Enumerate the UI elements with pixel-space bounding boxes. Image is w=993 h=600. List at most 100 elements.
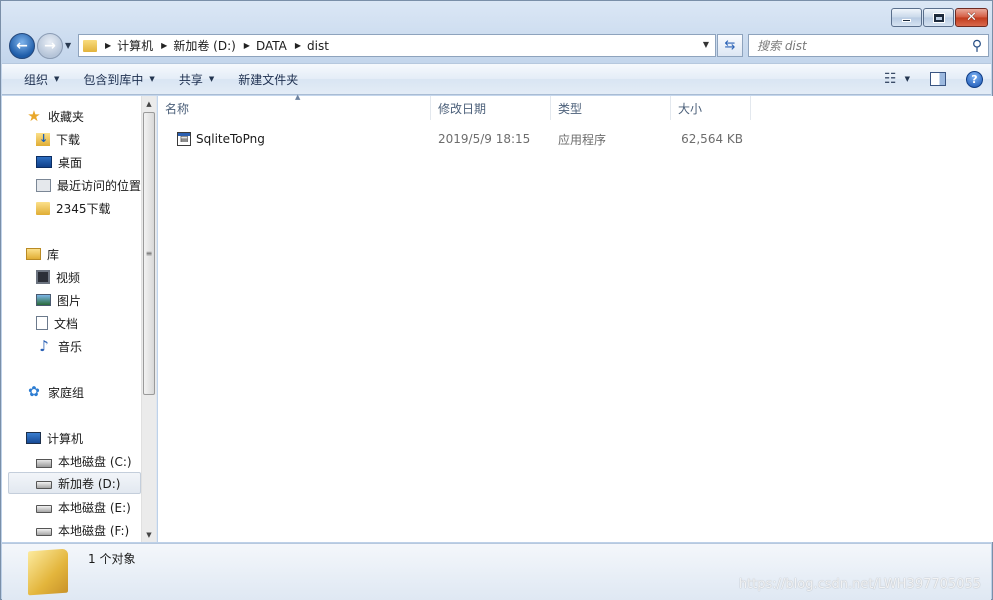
homegroup-icon: ✿ — [28, 384, 40, 400]
watermark: https://blog.csdn.net/LWH397705055 — [738, 577, 981, 592]
sidebar-item-label: 新加卷 (D:) — [58, 476, 121, 491]
minimize-icon — [902, 19, 911, 22]
column-header-modified[interactable]: 修改日期 — [431, 96, 551, 120]
chevron-right-icon[interactable]: ▶ — [295, 41, 301, 50]
file-row[interactable]: ▤ SqliteToPng 2019/5/9 18:15 应用程序 62,564 … — [158, 128, 751, 150]
sidebar-item-videos[interactable]: 视频 — [2, 266, 141, 288]
include-in-library-button[interactable]: 包含到库中 ▼ — [71, 64, 166, 94]
help-icon[interactable]: ? — [966, 70, 983, 88]
close-button[interactable]: ✕ — [955, 8, 988, 27]
recent-pages-dropdown[interactable]: ▼ — [65, 41, 71, 50]
sidebar-item-favorites[interactable]: ★ 收藏夹 — [2, 105, 141, 127]
drive-icon — [36, 481, 52, 489]
column-header-label: 名称 — [165, 101, 190, 116]
caret-down-icon: ▼ — [149, 75, 155, 83]
sidebar-item-label: 库 — [47, 247, 60, 262]
search-input[interactable] — [749, 38, 966, 53]
file-name: SqliteToPng — [196, 131, 265, 146]
file-type-cell: 应用程序 — [558, 132, 607, 147]
view-options-icon[interactable]: ☷ — [884, 71, 896, 87]
sidebar-item-label: 最近访问的位置 — [57, 178, 142, 193]
back-button[interactable]: ← — [9, 33, 35, 59]
sidebar-item-label: 桌面 — [58, 155, 83, 170]
sidebar-item-drive-c[interactable]: 本地磁盘 (C:) — [2, 450, 141, 472]
breadcrumb-data[interactable]: DATA — [256, 39, 287, 53]
sidebar-item-music[interactable]: ♪ 音乐 — [2, 335, 141, 357]
minimize-button[interactable] — [891, 8, 922, 27]
sidebar-item-label: 2345下载 — [56, 201, 111, 216]
column-header-label: 类型 — [558, 101, 583, 116]
sidebar-item-drive-d[interactable]: 新加卷 (D:) — [8, 472, 141, 494]
sidebar-item-label: 音乐 — [58, 339, 83, 354]
sidebar-item-computer[interactable]: 计算机 — [2, 427, 141, 449]
navigation-pane: ★ 收藏夹 下载 桌面 最近访问的位置 2345下载 库 视频 — [2, 96, 157, 542]
document-icon — [36, 316, 48, 330]
scroll-up-icon[interactable]: ▲ — [142, 96, 156, 111]
sidebar-item-label: 本地磁盘 (C:) — [58, 454, 132, 469]
organize-button[interactable]: 组织 ▼ — [2, 64, 71, 94]
sidebar-item-desktop[interactable]: 桌面 — [2, 151, 141, 173]
picture-icon — [36, 294, 51, 306]
navigation-scrollbar[interactable]: ▲ ≡ ▼ — [141, 96, 156, 542]
application-icon: ▤ — [177, 132, 191, 147]
address-bar[interactable]: ▶ 计算机 ▶ 新加卷 (D:) ▶ DATA ▶ dist ▼ — [78, 34, 716, 57]
chevron-right-icon[interactable]: ▶ — [105, 41, 111, 50]
sidebar-item-label: 本地磁盘 (F:) — [58, 523, 130, 538]
column-header-size[interactable]: 大小 — [671, 96, 751, 120]
scroll-thumb[interactable]: ≡ — [143, 112, 155, 395]
include-in-library-label: 包含到库中 — [83, 72, 144, 87]
view-dropdown-icon[interactable]: ▼ — [905, 75, 910, 83]
share-button[interactable]: 共享 ▼ — [167, 64, 226, 94]
drive-icon — [36, 505, 52, 513]
sidebar-item-drive-f[interactable]: 本地磁盘 (F:) — [2, 519, 141, 541]
file-name-cell: ▤ SqliteToPng — [158, 132, 431, 147]
refresh-icon: ⇆ — [724, 38, 736, 53]
breadcrumb-drive-d[interactable]: 新加卷 (D:) — [173, 37, 235, 54]
column-header-name[interactable]: 名称 ▲ — [158, 93, 431, 120]
sidebar-item-label: 视频 — [56, 270, 81, 285]
details-pane: 1 个对象 https://blog.csdn.net/LWH397705055 — [2, 543, 991, 600]
sidebar-item-label: 下载 — [56, 132, 81, 147]
refresh-button[interactable]: ⇆ — [717, 34, 743, 57]
arrow-left-icon: ← — [16, 38, 28, 54]
caret-down-icon: ▼ — [54, 75, 60, 83]
sidebar-item-label: 计算机 — [47, 431, 84, 446]
toolbar-right: ☷ ▼ ? — [884, 64, 983, 94]
sidebar-item-recent-places[interactable]: 最近访问的位置 — [2, 174, 141, 196]
maximize-button[interactable] — [923, 8, 954, 27]
breadcrumb-computer[interactable]: 计算机 — [117, 37, 153, 54]
scroll-down-icon[interactable]: ▼ — [142, 527, 156, 542]
computer-icon — [26, 432, 41, 444]
explorer-window: ✕ ← → ▼ ▶ 计算机 ▶ 新加卷 (D:) ▶ DATA ▶ dist ▼… — [0, 0, 993, 600]
library-icon — [26, 248, 41, 260]
preview-pane-icon[interactable] — [930, 72, 946, 86]
chevron-right-icon[interactable]: ▶ — [161, 41, 167, 50]
breadcrumb-dist[interactable]: dist — [307, 39, 329, 53]
file-size-cell: 62,564 KB — [681, 132, 743, 146]
forward-button[interactable]: → — [37, 33, 63, 59]
column-header-type[interactable]: 类型 — [551, 96, 671, 120]
sidebar-item-2345-downloads[interactable]: 2345下载 — [2, 197, 141, 219]
drive-icon — [36, 528, 52, 536]
chevron-right-icon[interactable]: ▶ — [244, 41, 250, 50]
music-icon: ♪ — [39, 337, 49, 355]
address-history-dropdown[interactable]: ▼ — [703, 40, 709, 49]
column-header-row: 名称 ▲ 修改日期 类型 大小 — [158, 93, 751, 120]
sidebar-item-downloads[interactable]: 下载 — [2, 128, 141, 150]
sidebar-item-drive-e[interactable]: 本地磁盘 (E:) — [2, 496, 141, 518]
folder-icon — [36, 201, 50, 215]
sidebar-item-documents[interactable]: 文档 — [2, 312, 141, 334]
sidebar-item-homegroup[interactable]: ✿ 家庭组 — [2, 381, 141, 403]
sidebar-item-pictures[interactable]: 图片 — [2, 289, 141, 311]
new-folder-button[interactable]: 新建文件夹 — [226, 64, 310, 94]
sidebar-item-label: 收藏夹 — [48, 109, 85, 124]
file-list: 名称 ▲ 修改日期 类型 大小 ▤ SqliteToPng 2019/5/9 18… — [158, 93, 993, 542]
windows-drive-icon — [36, 458, 52, 468]
item-count: 1 个对象 — [88, 552, 136, 566]
sort-ascending-icon: ▲ — [295, 93, 301, 101]
sidebar-item-label: 本地磁盘 (E:) — [58, 500, 131, 515]
sidebar-item-libraries[interactable]: 库 — [2, 243, 141, 265]
search-box: ⚲ — [748, 34, 989, 57]
search-icon[interactable]: ⚲ — [966, 38, 988, 54]
navigation-row: ← → ▼ ▶ 计算机 ▶ 新加卷 (D:) ▶ DATA ▶ dist ▼ ⇆… — [1, 31, 992, 59]
